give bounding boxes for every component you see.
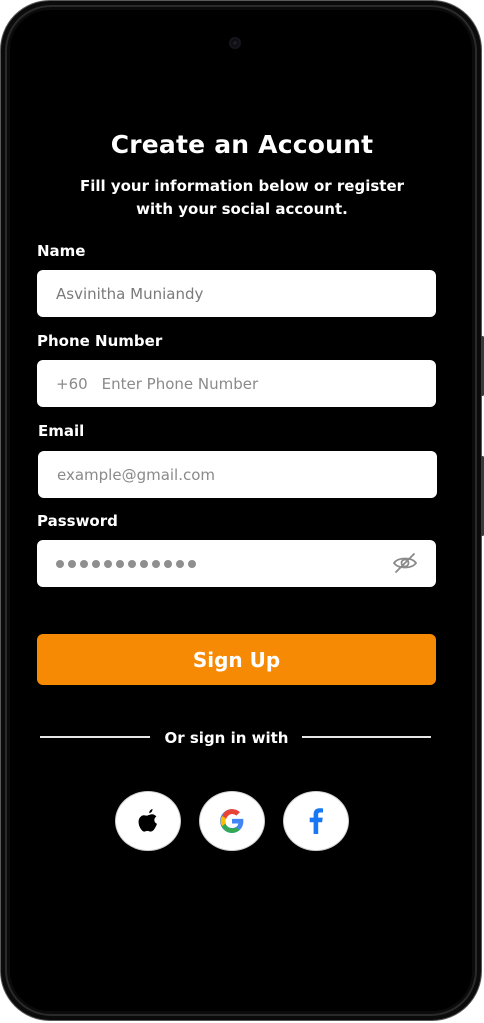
password-dot [128, 559, 136, 568]
google-sign-in-button[interactable] [199, 791, 265, 851]
divider-line-left [40, 736, 150, 738]
facebook-icon [309, 808, 323, 834]
email-field-container [38, 451, 437, 498]
google-icon [220, 809, 244, 833]
password-masked-value [56, 559, 196, 568]
name-input[interactable] [56, 284, 356, 303]
password-field[interactable] [37, 540, 436, 587]
email-input[interactable] [57, 465, 357, 484]
apple-sign-in-button[interactable] [115, 791, 181, 851]
password-dot [152, 559, 160, 568]
page-title: Create an Account [110, 130, 374, 159]
sign-up-button[interactable]: Sign Up [37, 634, 436, 685]
password-dot [176, 559, 184, 568]
password-dot [56, 559, 64, 568]
email-label: Email [38, 422, 85, 440]
phone-label: Phone Number [37, 332, 163, 350]
front-camera [229, 37, 241, 49]
password-dot [116, 559, 124, 568]
divider-text: Or sign in with [164, 729, 289, 747]
phone-input[interactable] [101, 374, 402, 393]
screen [10, 10, 472, 1011]
password-label: Password [37, 512, 118, 530]
password-dot [104, 559, 112, 568]
password-dot [68, 559, 76, 568]
country-code-prefix[interactable]: +60 [56, 375, 88, 393]
password-dot [92, 559, 100, 568]
name-label: Name [37, 242, 86, 260]
facebook-sign-in-button[interactable] [283, 791, 349, 851]
name-field-container [37, 270, 436, 317]
password-dot [140, 559, 148, 568]
apple-icon [138, 809, 157, 832]
password-dot [188, 559, 196, 568]
phone-field-container: +60 [37, 360, 436, 407]
eye-slash-icon[interactable] [392, 551, 418, 575]
password-dot [80, 559, 88, 568]
password-dot [164, 559, 172, 568]
divider-line-right [302, 736, 431, 738]
page-subtitle: Fill your information below or register … [79, 177, 405, 218]
